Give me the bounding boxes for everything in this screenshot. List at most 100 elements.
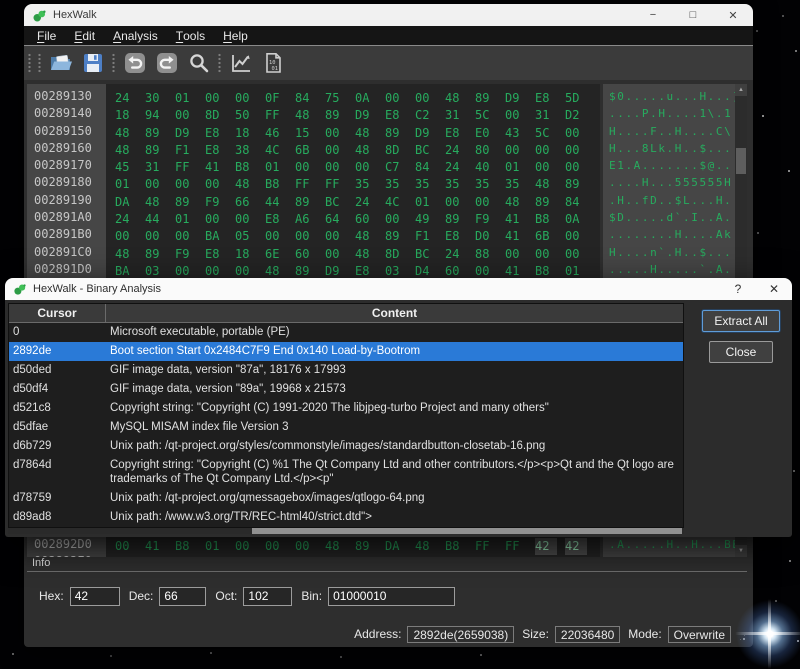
info-field-input[interactable] [70, 587, 120, 606]
statusbar-label: Mode: [628, 627, 661, 641]
table-row[interactable]: d6b729 Unix path: /qt-project.org/styles… [9, 437, 683, 456]
hscrollbar-thumb[interactable] [252, 528, 682, 534]
table-row[interactable]: d7864d Copyright string: "Copyright (C) … [9, 456, 683, 489]
hex-row: 002891D0 BA030000004889D9E803D4600041B80… [27, 261, 735, 278]
maximize-button[interactable]: □ [673, 4, 713, 26]
row-ascii[interactable]: $D.....d`.I..A.. [603, 209, 735, 226]
undo-button[interactable] [121, 50, 148, 77]
close-button[interactable]: ✕ [713, 4, 753, 26]
scroll-up-arrow-icon[interactable]: ▲ [735, 84, 747, 96]
info-field: Oct: [215, 587, 292, 606]
row-bytes[interactable]: DA4889F9664489BC244C010000488984 [106, 192, 603, 209]
hex-row: 00289170 4531FF41B801000000C784244001000… [27, 157, 735, 174]
info-field: Bin: [301, 587, 455, 606]
menu-item-mnemonic: H [223, 29, 232, 43]
menu-item[interactable]: Tools [167, 26, 214, 45]
cell-content: MySQL MISAM index file Version 3 [106, 418, 683, 437]
row-ascii[interactable]: H....n`.H..$.... [603, 244, 735, 261]
row-address: 002891C0 [27, 244, 106, 261]
cell-content: Unix path: /qt-project.org/styles/common… [106, 437, 683, 456]
statusbar-value: 22036480 [555, 626, 620, 643]
info-groupbox-title: Info [32, 557, 50, 569]
hex-row: 00289140 1894008D50FF4889D9E8C2315C0031D… [27, 105, 735, 122]
row-ascii[interactable]: ....P.H....1\.1. [603, 105, 735, 122]
row-bytes[interactable]: 000000BA050000004889F1E8D0416B00 [106, 226, 603, 243]
scroll-down-arrow-icon[interactable]: ▼ [735, 545, 747, 557]
row-bytes[interactable]: 4889F9E8186E6000488DBC2488000000 [106, 244, 603, 261]
info-field-input[interactable] [243, 587, 292, 606]
row-bytes[interactable]: 2444010000E8A66460004989F941B80A [106, 209, 603, 226]
table-row[interactable]: d50df4 GIF image data, version "89a", 19… [9, 380, 683, 399]
column-header-content[interactable]: Content [106, 304, 683, 322]
info-field-label: Dec: [129, 589, 154, 603]
hex-row: 002891A0 2444010000E8A66460004989F941B80… [27, 209, 735, 226]
row-address: 002891B0 [27, 226, 106, 243]
hex-row: 002891C0 4889F9E8186E6000488DBC248800000… [27, 244, 735, 261]
row-ascii[interactable]: H....F..H....C\. [603, 123, 735, 140]
row-address: 00289130 [27, 88, 106, 105]
row-ascii[interactable]: .A.....H..H...BB [603, 536, 735, 553]
hex-row: 00289150 4889D9E8184615004889D9E8E0435C0… [27, 123, 735, 140]
table-row[interactable]: d521c8 Copyright string: "Copyright (C) … [9, 399, 683, 418]
cell-content: Microsoft executable, portable (PE) [106, 323, 683, 342]
row-bytes[interactable]: 24300100000F84750A00004889D9E85D [106, 88, 603, 105]
horizontal-scrollbar[interactable] [8, 528, 684, 534]
info-field-input[interactable] [328, 587, 455, 606]
cell-content: GIF image data, version "89a", 19968 x 2… [106, 380, 683, 399]
main-titlebar[interactable]: HexWalk − □ ✕ [24, 4, 753, 26]
column-header-cursor[interactable]: Cursor [9, 304, 106, 322]
row-bytes[interactable]: 0100000048B8FFFF3535353535354889 [106, 174, 603, 191]
background-stars [762, 115, 764, 117]
row-bytes[interactable]: 0041B8010000004889DA48B8FFFF4242 [106, 536, 603, 553]
table-row[interactable]: d78759 Unix path: /qt-project.org/qmessa… [9, 489, 683, 508]
info-field: Hex: [39, 587, 120, 606]
row-ascii[interactable]: ....H...555555H. [603, 174, 735, 191]
save-button[interactable] [79, 50, 106, 77]
table-row[interactable]: d5dfae MySQL MISAM index file Version 3 [9, 418, 683, 437]
menu-item[interactable]: Help [214, 26, 257, 45]
row-bytes[interactable]: BA030000004889D9E803D4600041B801 [106, 261, 603, 278]
menu-item[interactable]: File [28, 26, 65, 45]
dialog-help-button[interactable]: ? [720, 278, 756, 300]
close-dialog-button[interactable]: Close [709, 341, 773, 363]
menu-item[interactable]: Edit [65, 26, 104, 45]
extract-all-button[interactable]: Extract All [702, 310, 780, 332]
open-file-button[interactable] [47, 50, 74, 77]
row-ascii[interactable]: .....H.....`.A.. [603, 261, 735, 278]
chart-button[interactable] [227, 50, 254, 77]
statusbar: Address: 2892de(2659038) Size: 22036480 … [24, 621, 753, 647]
scrollbar-thumb[interactable] [736, 148, 746, 174]
table-row[interactable]: d50ded GIF image data, version "87a", 18… [9, 361, 683, 380]
toolbar-separator [111, 53, 116, 73]
row-ascii[interactable]: E1.A.......$@... [603, 157, 735, 174]
row-address: 002892D0 [27, 536, 106, 553]
row-ascii[interactable]: H...8Lk.H..$.... [603, 140, 735, 157]
menu-item-mnemonic: T [176, 29, 183, 43]
menu-item-rest: ile [44, 29, 56, 43]
dialog-close-button[interactable]: ✕ [756, 278, 792, 300]
table-row[interactable]: 2892de Boot section Start 0x2484C7F9 End… [9, 342, 683, 361]
info-field-label: Bin: [301, 589, 322, 603]
cell-content: Copyright string: "Copyright (C) 1991-20… [106, 399, 683, 418]
open-folder-icon [49, 51, 73, 75]
search-icon [187, 51, 211, 75]
row-ascii[interactable]: .H..fD..$L...H.. [603, 192, 735, 209]
row-bytes[interactable]: 4889D9E8184615004889D9E8E0435C00 [106, 123, 603, 140]
redo-button[interactable] [153, 50, 180, 77]
table-row[interactable]: d89ad8 Unix path: /www.w3.org/TR/REC-htm… [9, 508, 683, 527]
row-bytes[interactable]: 4889F1E8384C6B00488DBC2480000000 [106, 140, 603, 157]
toolbar-handle[interactable] [27, 53, 32, 73]
dialog-titlebar[interactable]: HexWalk - Binary Analysis ? ✕ [5, 278, 792, 300]
menu-item[interactable]: Analysis [104, 26, 167, 45]
row-ascii[interactable]: $0.....u...H...] [603, 88, 735, 105]
row-bytes[interactable]: 4531FF41B801000000C7842440010000 [106, 157, 603, 174]
binary-file-icon: 10 01 [261, 51, 285, 75]
row-ascii[interactable]: ........H....Ak. [603, 226, 735, 243]
table-row[interactable]: 0 Microsoft executable, portable (PE) [9, 323, 683, 342]
cell-cursor: d89ad8 [9, 508, 106, 527]
info-field-input[interactable] [159, 587, 206, 606]
binary-analysis-button[interactable]: 10 01 [259, 50, 286, 77]
search-button[interactable] [185, 50, 212, 77]
minimize-button[interactable]: − [633, 4, 673, 26]
row-bytes[interactable]: 1894008D50FF4889D9E8C2315C0031D2 [106, 105, 603, 122]
